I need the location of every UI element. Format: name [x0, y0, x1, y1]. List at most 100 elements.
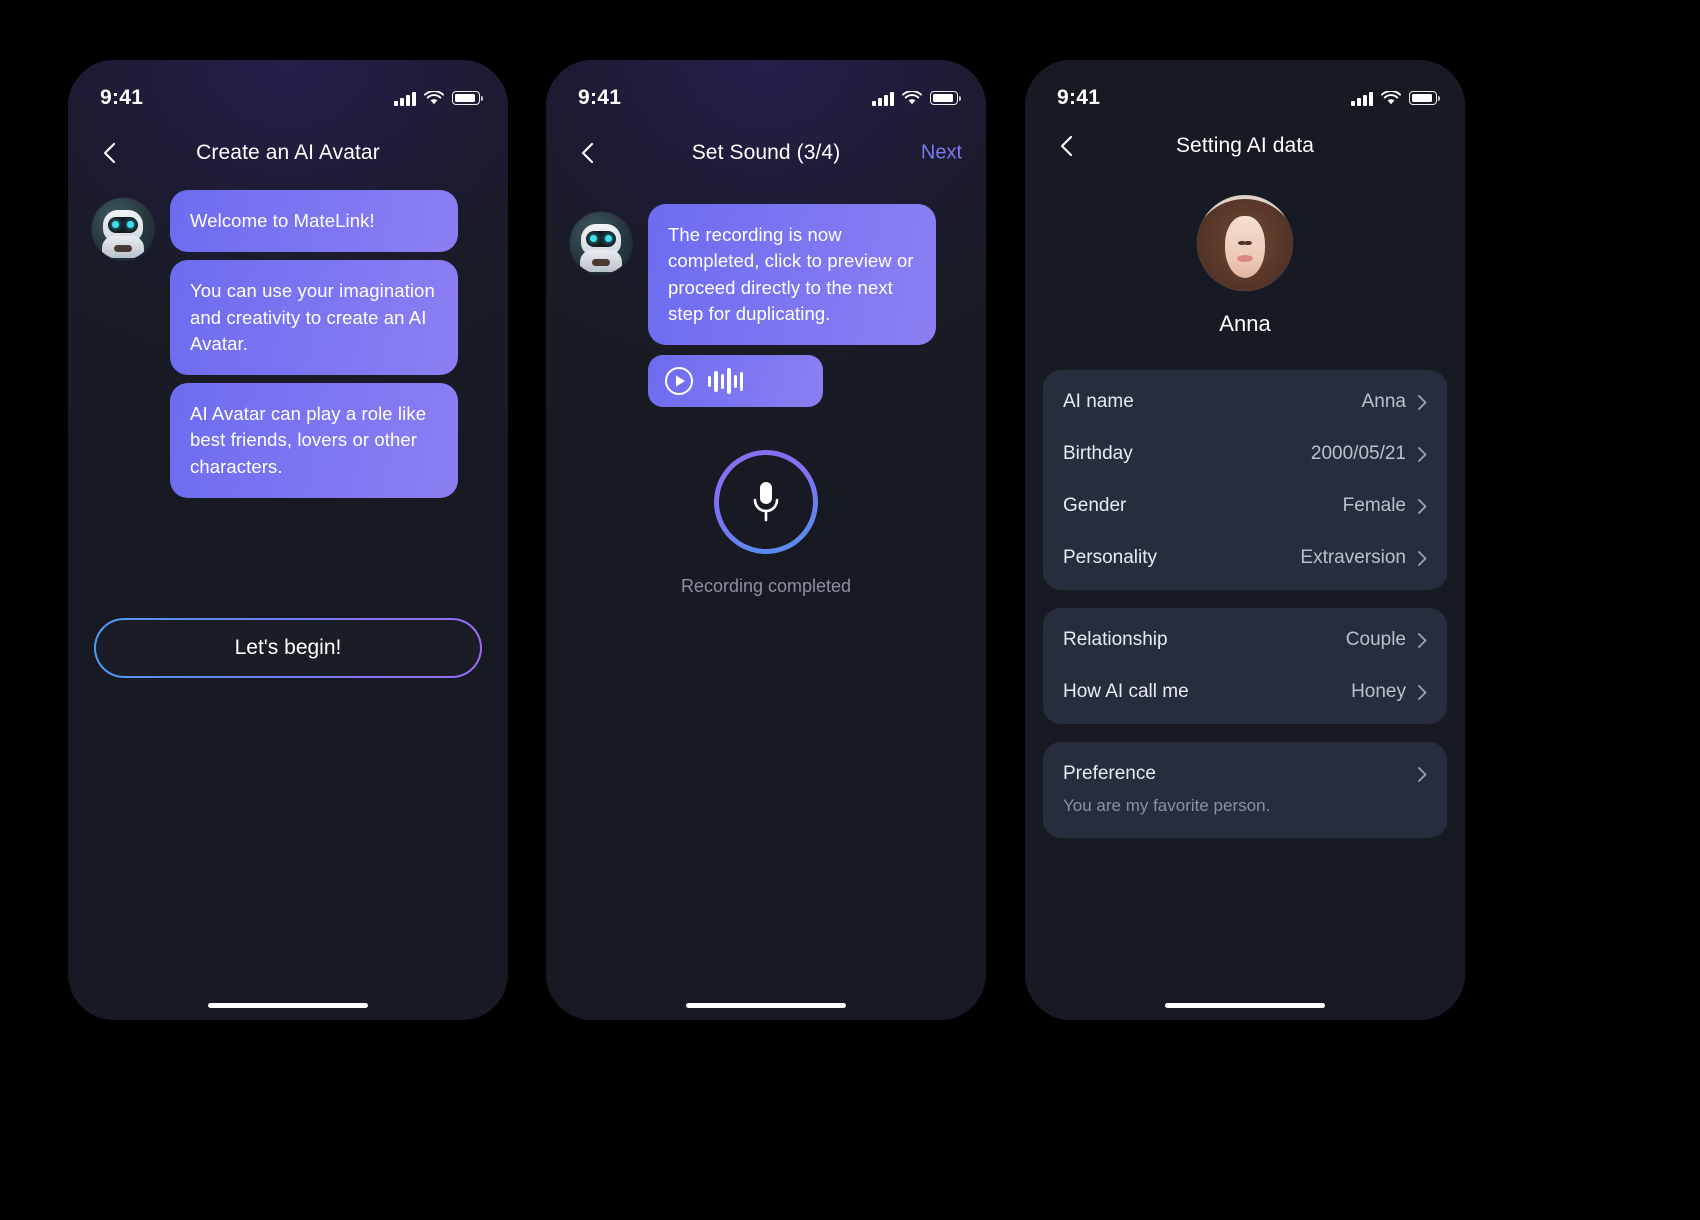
- back-button[interactable]: [88, 132, 130, 174]
- bot-avatar-icon: [92, 198, 154, 260]
- navigation-bar: Set Sound (3/4) Next: [546, 122, 986, 184]
- row-right: 2000/05/21: [1311, 443, 1427, 465]
- wifi-icon: [1381, 89, 1401, 106]
- row-value: 2000/05/21: [1310, 443, 1406, 464]
- status-indicators: [394, 89, 484, 106]
- home-indicator: [686, 1003, 846, 1008]
- settings-row-ai-name[interactable]: AI name Anna: [1063, 376, 1427, 428]
- status-bar: 9:41: [546, 60, 986, 122]
- row-label: Relationship: [1063, 629, 1168, 650]
- status-time: 9:41: [578, 86, 622, 109]
- profile-header: Anna: [1025, 195, 1465, 337]
- row-label: How AI call me: [1063, 681, 1189, 702]
- settings-card-basic: AI name Anna Birthday 2000/05/21 Gender: [1043, 370, 1447, 590]
- settings-row-birthday[interactable]: Birthday 2000/05/21: [1063, 428, 1427, 480]
- chevron-left-icon: [581, 143, 593, 163]
- status-indicators: [872, 89, 962, 106]
- chevron-right-icon: [1418, 394, 1427, 410]
- lets-begin-button[interactable]: Let's begin!: [94, 618, 482, 678]
- chat-thread: The recording is now completed, click to…: [546, 204, 986, 408]
- status-time: 9:41: [100, 86, 144, 109]
- play-circle-icon[interactable]: [664, 366, 694, 396]
- back-button[interactable]: [1045, 125, 1087, 167]
- profile-name: Anna: [1219, 311, 1271, 336]
- settings-row-personality[interactable]: Personality Extraversion: [1063, 532, 1427, 584]
- microphone-icon: [753, 482, 779, 522]
- row-label: Birthday: [1063, 443, 1133, 464]
- chevron-right-icon: [1418, 766, 1427, 782]
- settings-card-preference: Preference You are my favorite person.: [1043, 742, 1447, 838]
- chat-bubble: The recording is now completed, click to…: [648, 204, 936, 346]
- chevron-right-icon: [1418, 550, 1427, 566]
- battery-icon: [930, 91, 962, 105]
- navigation-bar: Setting AI data: [1025, 115, 1465, 177]
- row-value: Anna: [1361, 391, 1406, 412]
- row-label: Preference: [1063, 763, 1156, 784]
- chevron-left-icon: [1060, 136, 1072, 156]
- audio-preview-player[interactable]: [648, 355, 823, 408]
- settings-row-gender[interactable]: Gender Female: [1063, 480, 1427, 532]
- cellular-signal-icon: [872, 91, 894, 106]
- row-label: Gender: [1063, 495, 1127, 516]
- status-bar: 9:41: [1025, 60, 1465, 122]
- bubble-list: Welcome to MateLink! You can use your im…: [170, 190, 458, 498]
- waveform-icon: [708, 368, 744, 395]
- screenshot-canvas: 9:41 Create an AI Avatar Welcome to Mate…: [0, 0, 1700, 1220]
- chat-bubble: Welcome to MateLink!: [170, 190, 458, 253]
- settings-card-relationship: Relationship Couple How AI call me Honey: [1043, 608, 1447, 724]
- row-right: Honey: [1351, 681, 1427, 703]
- avatar[interactable]: [1197, 195, 1293, 291]
- settings-row-preference[interactable]: Preference: [1063, 748, 1427, 800]
- page-title: Create an AI Avatar: [196, 141, 380, 164]
- phone-screen-set-sound: 9:41 Set Sound (3/4) Next The recording …: [546, 60, 986, 1020]
- microphone-button-core: [719, 455, 813, 549]
- row-label: AI name: [1063, 391, 1134, 412]
- status-indicators: [1351, 89, 1441, 106]
- settings-row-how-ai-call-me[interactable]: How AI call me Honey: [1063, 666, 1427, 718]
- bubble-and-player: The recording is now completed, click to…: [632, 204, 936, 408]
- bubble-list: The recording is now completed, click to…: [648, 204, 936, 346]
- row-value: Female: [1342, 495, 1406, 516]
- back-button[interactable]: [566, 132, 608, 174]
- wifi-icon: [902, 89, 922, 106]
- chat-bubble: You can use your imagination and creativ…: [170, 260, 458, 376]
- chat-message-group: Welcome to MateLink! You can use your im…: [68, 190, 508, 498]
- row-right: Female: [1343, 495, 1427, 517]
- chevron-right-icon: [1418, 684, 1427, 700]
- microphone-button[interactable]: [714, 450, 818, 554]
- navigation-bar: Create an AI Avatar: [68, 122, 508, 184]
- page-title: Setting AI data: [1175, 134, 1315, 157]
- cellular-signal-icon: [1351, 91, 1373, 106]
- chevron-right-icon: [1418, 498, 1427, 514]
- battery-icon: [1409, 91, 1441, 105]
- battery-icon: [452, 91, 484, 105]
- home-indicator: [1165, 1003, 1325, 1008]
- row-right: [1418, 766, 1427, 782]
- phone-screen-create-ai-avatar: 9:41 Create an AI Avatar Welcome to Mate…: [68, 60, 508, 1020]
- wifi-icon: [424, 89, 444, 106]
- phone-screen-setting-ai-data: 9:41 Setting AI data Anna AI name Anna B…: [1025, 60, 1465, 1020]
- settings-list: AI name Anna Birthday 2000/05/21 Gender: [1043, 370, 1447, 856]
- row-value: Couple: [1345, 629, 1406, 650]
- settings-row-relationship[interactable]: Relationship Couple: [1063, 614, 1427, 666]
- row-value: Honey: [1351, 681, 1406, 702]
- row-label: Personality: [1063, 547, 1157, 568]
- recording-control: Recording completed: [546, 450, 986, 597]
- row-right: Extraversion: [1300, 547, 1427, 569]
- chevron-left-icon: [103, 143, 115, 163]
- preference-description: You are my favorite person.: [1063, 796, 1271, 815]
- chevron-right-icon: [1418, 446, 1427, 462]
- row-right: Couple: [1346, 629, 1427, 651]
- status-time: 9:41: [1057, 86, 1101, 109]
- row-value: Extraversion: [1300, 547, 1406, 568]
- next-button[interactable]: Next: [921, 142, 962, 165]
- chat-thread: Welcome to MateLink! You can use your im…: [68, 190, 508, 498]
- chat-bubble: AI Avatar can play a role like best frie…: [170, 383, 458, 498]
- status-bar: 9:41: [68, 60, 508, 122]
- chat-message-group: The recording is now completed, click to…: [546, 204, 986, 408]
- lets-begin-label: Let's begin!: [95, 619, 481, 677]
- cellular-signal-icon: [394, 91, 416, 106]
- recording-status-text: Recording completed: [680, 576, 852, 596]
- bot-avatar-icon: [570, 212, 632, 274]
- row-right: Anna: [1362, 391, 1427, 413]
